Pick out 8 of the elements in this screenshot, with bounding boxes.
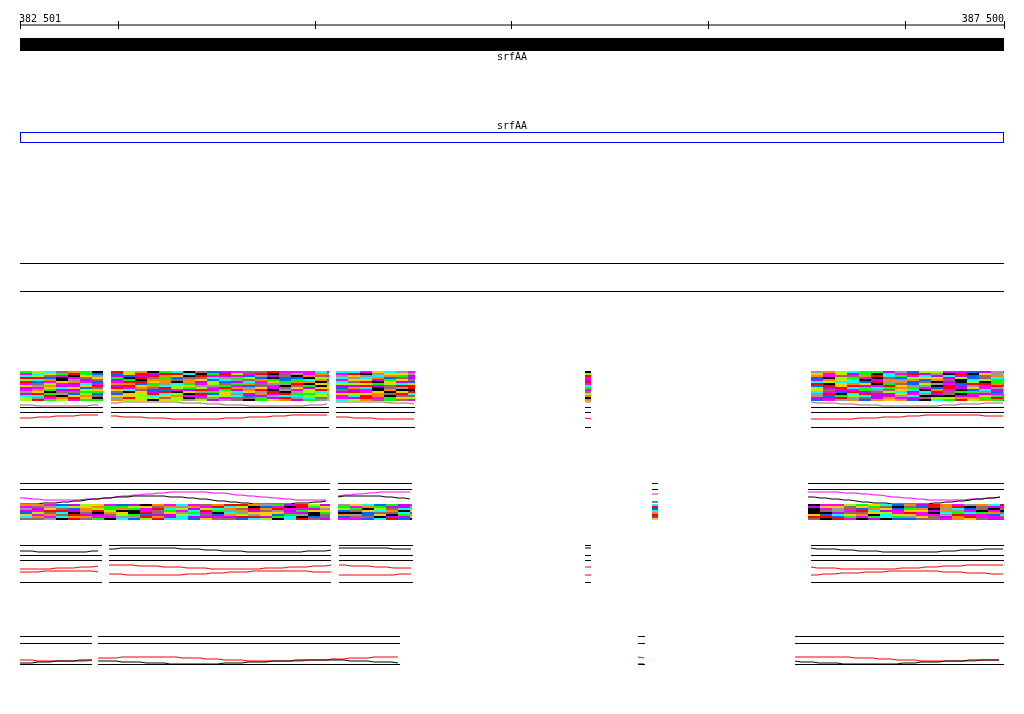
alignment-plot-drawing	[584, 371, 592, 428]
gene-label: srfAA	[495, 120, 529, 132]
gene-label: srfAA	[495, 51, 529, 63]
ruler-start-label: 382 501	[19, 13, 62, 21]
ruler-end-label: 387 500	[961, 13, 1004, 21]
alignment-plot-drawing	[651, 483, 659, 520]
line-plot-drawing	[637, 636, 646, 665]
line-plot-drawing	[584, 545, 592, 583]
